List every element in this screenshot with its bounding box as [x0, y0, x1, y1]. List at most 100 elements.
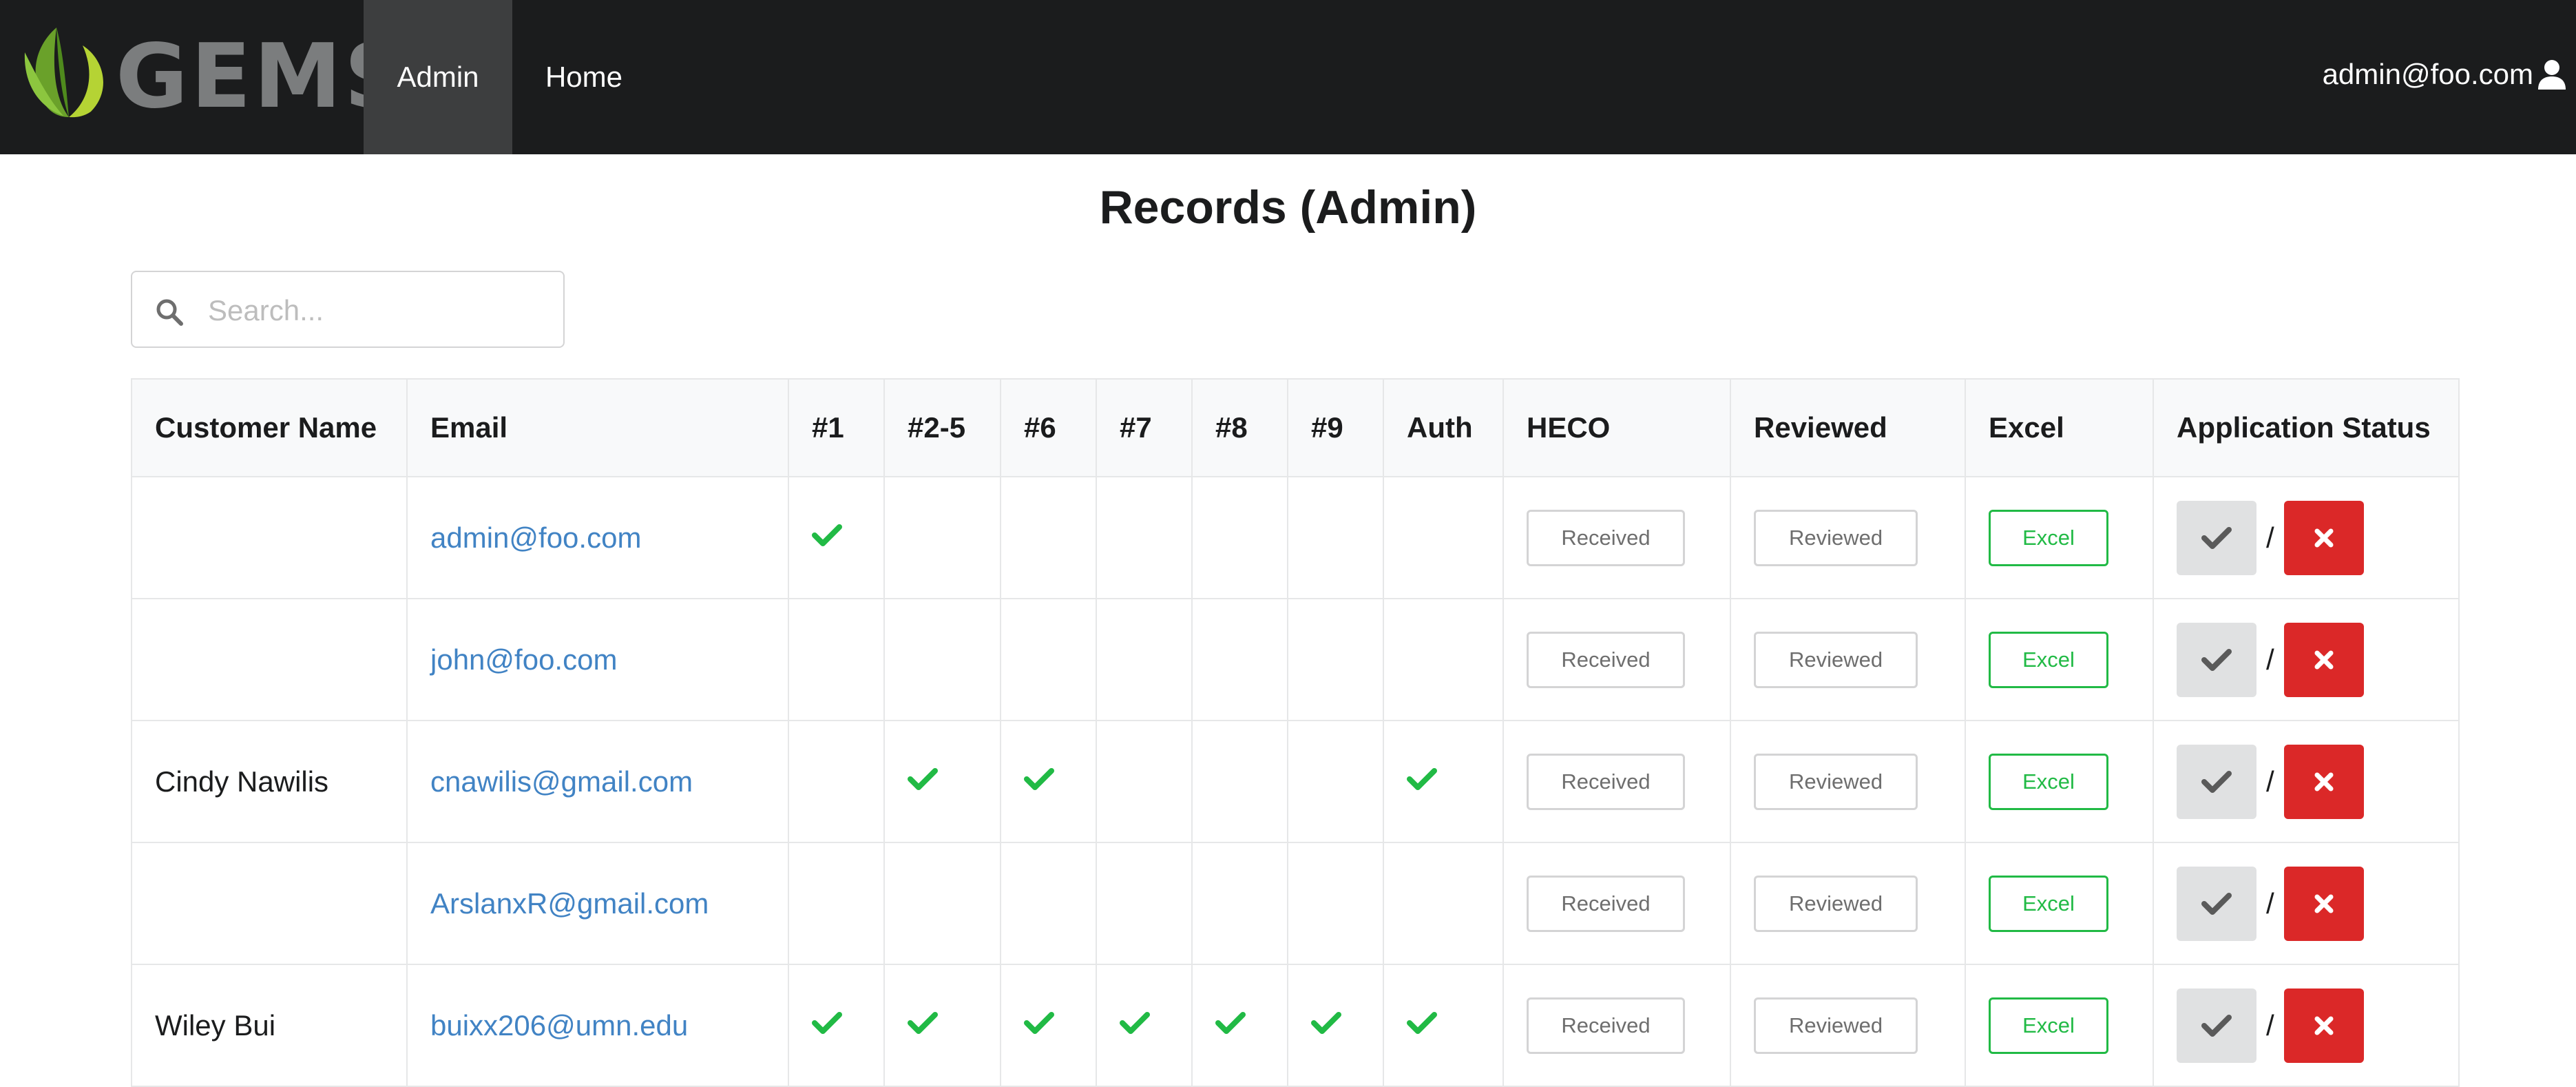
reviewed-cell: Reviewed: [1730, 476, 1966, 599]
reject-button[interactable]: [2283, 744, 2364, 819]
reviewed-button[interactable]: Reviewed: [1754, 753, 1918, 810]
reviewed-button[interactable]: Reviewed: [1754, 997, 1918, 1054]
email-link[interactable]: cnawilis@gmail.com: [430, 765, 693, 798]
reject-button[interactable]: [2283, 622, 2364, 697]
gems-logo[interactable]: GEMS: [0, 0, 408, 154]
status-actions: /: [2177, 622, 2436, 697]
approve-button[interactable]: [2177, 866, 2256, 941]
column-header[interactable]: Auth: [1383, 378, 1504, 477]
records-table: Customer Name Email #1 #2-5 #6 #7 #8 #9 …: [131, 378, 2460, 1087]
column-header[interactable]: #6: [1000, 378, 1097, 477]
heco-cell: Received: [1502, 720, 1731, 843]
reject-button[interactable]: [2283, 988, 2364, 1063]
step-check-cell: [1287, 476, 1384, 599]
close-icon: [2314, 650, 2334, 669]
table-row: john@foo.com Received Reviewed Excel /: [131, 598, 2460, 721]
email-cell: cnawilis@gmail.com: [406, 720, 789, 843]
step-check-cell: [1287, 964, 1384, 1087]
reject-button[interactable]: [2283, 500, 2364, 575]
step-check-cell: [1000, 476, 1097, 599]
column-header[interactable]: #2-5: [883, 378, 1001, 477]
excel-button[interactable]: Excel: [1989, 875, 2108, 932]
reviewed-button[interactable]: Reviewed: [1754, 631, 1918, 688]
check-icon: [1215, 1011, 1246, 1034]
nav-item-admin[interactable]: Admin: [364, 0, 512, 154]
status-actions: /: [2177, 866, 2436, 941]
step-check-cell: [1096, 964, 1193, 1087]
step-check-cell: [883, 964, 1001, 1087]
excel-button[interactable]: Excel: [1989, 509, 2108, 566]
reject-button[interactable]: [2283, 866, 2364, 941]
step-check-cell: [788, 842, 885, 965]
step-check-cell: [1191, 720, 1288, 843]
column-header[interactable]: Email: [406, 378, 789, 477]
customer-name-cell: [131, 598, 408, 721]
approve-button[interactable]: [2177, 500, 2256, 575]
table-row: admin@foo.com Received Reviewed Excel /: [131, 476, 2460, 599]
step-check-cell: [788, 720, 885, 843]
approve-button[interactable]: [2177, 622, 2256, 697]
email-link[interactable]: buixx206@umn.edu: [430, 1009, 688, 1042]
excel-button[interactable]: Excel: [1989, 631, 2108, 688]
customer-name-cell: [131, 842, 408, 965]
reviewed-button[interactable]: Reviewed: [1754, 509, 1918, 566]
column-header[interactable]: Customer Name: [131, 378, 408, 477]
nav-item-home-label: Home: [545, 61, 623, 93]
email-link[interactable]: admin@foo.com: [430, 521, 641, 554]
approve-button[interactable]: [2177, 988, 2256, 1063]
received-button[interactable]: Received: [1527, 875, 1685, 932]
column-header[interactable]: #8: [1191, 378, 1288, 477]
excel-cell: Excel: [1965, 964, 2154, 1087]
excel-button[interactable]: Excel: [1989, 753, 2108, 810]
step-check-cell: [1287, 720, 1384, 843]
excel-cell: Excel: [1965, 842, 2154, 965]
received-button[interactable]: Received: [1527, 997, 1685, 1054]
excel-cell: Excel: [1965, 476, 2154, 599]
step-check-cell: [1096, 476, 1193, 599]
close-icon: [2314, 1016, 2334, 1035]
check-icon: [2201, 1014, 2232, 1037]
step-check-cell: [1287, 598, 1384, 721]
application-status-cell: /: [2153, 598, 2460, 721]
column-header[interactable]: #7: [1096, 378, 1193, 477]
step-check-cell: [1191, 598, 1288, 721]
email-cell: admin@foo.com: [406, 476, 789, 599]
received-button[interactable]: Received: [1527, 631, 1685, 688]
step-check-cell: [883, 598, 1001, 721]
top-navbar: GEMS Admin Home admin@foo.com: [0, 0, 2576, 154]
step-check-cell: [1096, 842, 1193, 965]
check-icon: [2201, 770, 2232, 793]
column-header[interactable]: Excel: [1965, 378, 2154, 477]
step-check-cell: [883, 720, 1001, 843]
user-menu[interactable]: admin@foo.com: [2323, 54, 2566, 95]
email-link[interactable]: john@foo.com: [430, 643, 617, 676]
reviewed-cell: Reviewed: [1730, 842, 1966, 965]
search-input[interactable]: [208, 290, 545, 331]
received-button[interactable]: Received: [1527, 753, 1685, 810]
reviewed-button[interactable]: Reviewed: [1754, 875, 1918, 932]
step-check-cell: [1000, 964, 1097, 1087]
column-header[interactable]: Reviewed: [1730, 378, 1966, 477]
leaf-logo-icon: [24, 28, 103, 118]
table-header-row: Customer Name Email #1 #2-5 #6 #7 #8 #9 …: [131, 378, 2460, 477]
page-title: Records (Admin): [1099, 181, 1477, 234]
column-header[interactable]: #9: [1287, 378, 1384, 477]
status-separator: /: [2266, 887, 2274, 920]
search-box[interactable]: [131, 271, 565, 348]
step-check-cell: [1383, 476, 1504, 599]
check-icon: [1407, 1011, 1437, 1034]
received-button[interactable]: Received: [1527, 509, 1685, 566]
step-check-cell: [1383, 964, 1504, 1087]
check-icon: [2201, 892, 2232, 915]
heco-cell: Received: [1502, 964, 1731, 1087]
close-icon: [2314, 528, 2334, 547]
column-header[interactable]: Application Status: [2153, 378, 2460, 477]
email-link[interactable]: ArslanxR@gmail.com: [430, 887, 709, 920]
nav-item-home[interactable]: Home: [512, 0, 656, 154]
excel-button[interactable]: Excel: [1989, 997, 2108, 1054]
column-header[interactable]: #1: [788, 378, 885, 477]
approve-button[interactable]: [2177, 744, 2256, 819]
column-header[interactable]: HECO: [1502, 378, 1731, 477]
check-icon: [1120, 1011, 1150, 1034]
customer-name-cell: Wiley Bui: [131, 964, 408, 1087]
